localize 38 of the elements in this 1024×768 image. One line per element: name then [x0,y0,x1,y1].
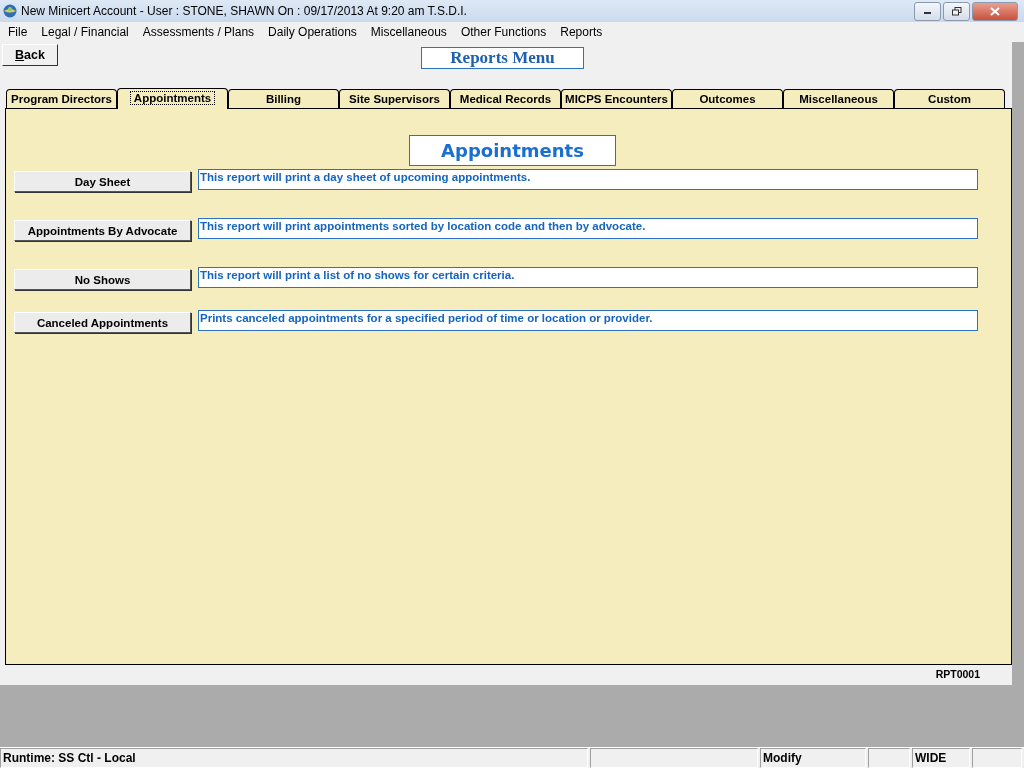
menu-item[interactable]: Reports [553,25,610,39]
app-icon [3,4,17,18]
description-field: This report will print appointments sorted by location code and then by advocate. [198,218,978,239]
report-button[interactable]: No Shows [14,269,191,290]
tab[interactable]: Appointments [117,88,228,109]
back-button[interactable]: Back [2,44,58,66]
tab[interactable]: Billing [228,89,339,108]
menu-item[interactable]: Other Functions [453,25,554,39]
description-field: This report will print a list of no shows for certain criteria. [198,267,978,288]
tab[interactable]: Medical Records [450,89,561,108]
tab[interactable]: Custom [894,89,1005,108]
menu-item[interactable]: Daily Operations [261,25,364,39]
menu-item[interactable]: Legal / Financial [34,25,136,39]
reports-menu-heading: Reports Menu [421,47,584,69]
restore-button[interactable] [943,1,970,21]
close-icon [990,6,1000,16]
panel-title: Appointments [409,135,616,166]
tab[interactable]: MICPS Encounters [561,89,672,108]
tab[interactable]: Program Directors [6,89,117,108]
tab[interactable]: Outcomes [672,89,783,108]
report-button[interactable]: Canceled Appointments [14,312,191,333]
status-panel: Modify [760,748,866,768]
close-button[interactable] [972,1,1018,21]
menu-item[interactable]: Assessments / Plans [135,25,262,39]
description-field: Prints canceled appointments for a specified period of time or location or provider. [198,310,978,331]
form-code: RPT0001 [935,668,980,680]
description-field: This report will print a day sheet of upcoming appointments. [198,169,978,190]
status-panel: WIDE [912,748,970,768]
restore-icon [951,6,962,16]
report-button[interactable]: Appointments By Advocate [14,220,191,241]
report-button[interactable]: Day Sheet [14,171,191,192]
tab[interactable]: Miscellaneous [783,89,894,108]
menu-item[interactable]: File [1,25,35,39]
tab[interactable]: Site Supervisors [339,89,450,108]
minimize-button[interactable] [914,1,941,21]
window-title: New Minicert Account - User : STONE, SHAWN On : 09/17/2013 At 9:20 am T.S.D.I. [21,4,468,18]
menu-item[interactable]: Miscellaneous [363,25,454,39]
status-panel: Runtime: SS Ctl - Local [0,748,588,768]
